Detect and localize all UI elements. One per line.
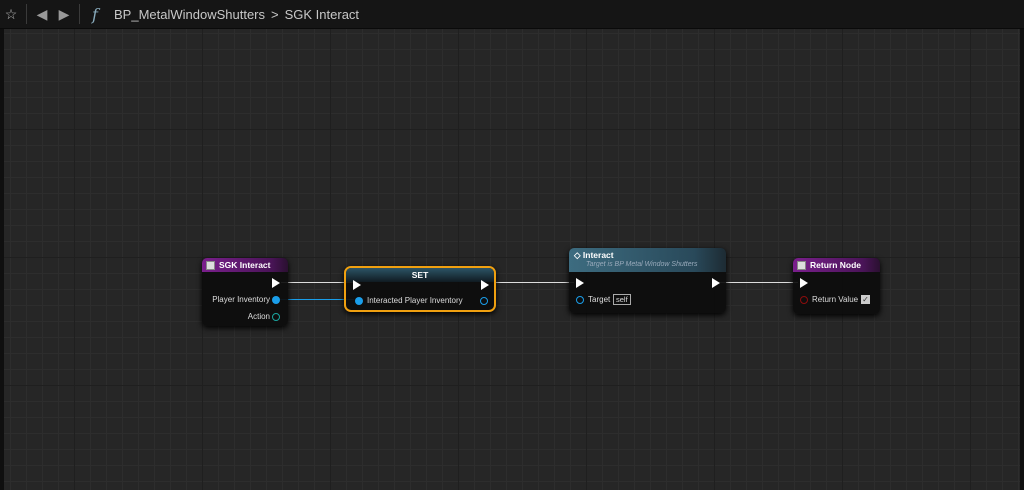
- node-title: Interact: [582, 250, 614, 260]
- breadcrumb-function[interactable]: SGK Interact: [285, 7, 359, 22]
- function-icon: [797, 260, 806, 270]
- exec-out-pin[interactable]: [272, 278, 280, 288]
- set-node[interactable]: SET Interacted Player Inventory: [344, 266, 496, 312]
- pin-label: Target: [588, 295, 611, 304]
- exec-wire: [281, 282, 353, 283]
- exec-in-pin[interactable]: [800, 278, 808, 288]
- interact-call-node[interactable]: ◇ Interact Target is BP Metal Window Shu…: [569, 248, 726, 313]
- divider: [79, 4, 80, 24]
- breadcrumb-blueprint[interactable]: BP_MetalWindowShutters: [114, 7, 265, 22]
- breadcrumb-bar: ☆ ◀ ▶ f BP_MetalWindowShutters > SGK Int…: [0, 0, 1024, 29]
- node-title: Return Node: [810, 260, 861, 270]
- target-default-field[interactable]: self: [613, 294, 631, 305]
- pin-label: Interacted Player Inventory: [367, 296, 463, 305]
- exec-out-pin[interactable]: [712, 278, 720, 288]
- pin-label: Player Inventory: [212, 295, 270, 304]
- exec-in-pin[interactable]: [353, 280, 361, 290]
- pin-label: Return Value: [812, 295, 859, 304]
- set-output-pin[interactable]: [480, 297, 488, 305]
- exec-out-pin[interactable]: [481, 280, 489, 290]
- node-title: SET: [346, 268, 494, 282]
- target-pin[interactable]: [576, 296, 584, 304]
- interface-icon: ◇: [574, 250, 583, 260]
- function-icon: f: [92, 4, 98, 24]
- exec-wire: [720, 282, 798, 283]
- node-subtitle: Target is BP Metal Window Shutters: [586, 261, 698, 268]
- exec-in-pin[interactable]: [576, 278, 584, 288]
- divider: [26, 4, 27, 24]
- back-arrow-icon[interactable]: ◀: [31, 6, 53, 23]
- node-title: SGK Interact: [219, 260, 271, 270]
- forward-arrow-icon[interactable]: ▶: [53, 6, 75, 23]
- function-icon: [206, 260, 215, 270]
- return-value-checkbox[interactable]: ✓: [861, 295, 870, 304]
- star-icon[interactable]: ☆: [0, 6, 22, 23]
- breadcrumb-separator: >: [271, 6, 279, 22]
- player-inventory-pin[interactable]: [272, 296, 280, 304]
- pin-label: Action: [247, 312, 270, 321]
- set-value-pin[interactable]: [355, 297, 363, 305]
- exec-wire: [494, 282, 574, 283]
- return-value-pin[interactable]: [800, 296, 808, 304]
- object-wire: [278, 299, 354, 300]
- return-node[interactable]: Return Node Return Value ✓: [793, 258, 880, 314]
- graph-canvas[interactable]: SGK Interact Player Inventory Action SET…: [4, 29, 1020, 490]
- action-pin[interactable]: [272, 313, 280, 321]
- function-entry-node[interactable]: SGK Interact Player Inventory Action: [202, 258, 288, 326]
